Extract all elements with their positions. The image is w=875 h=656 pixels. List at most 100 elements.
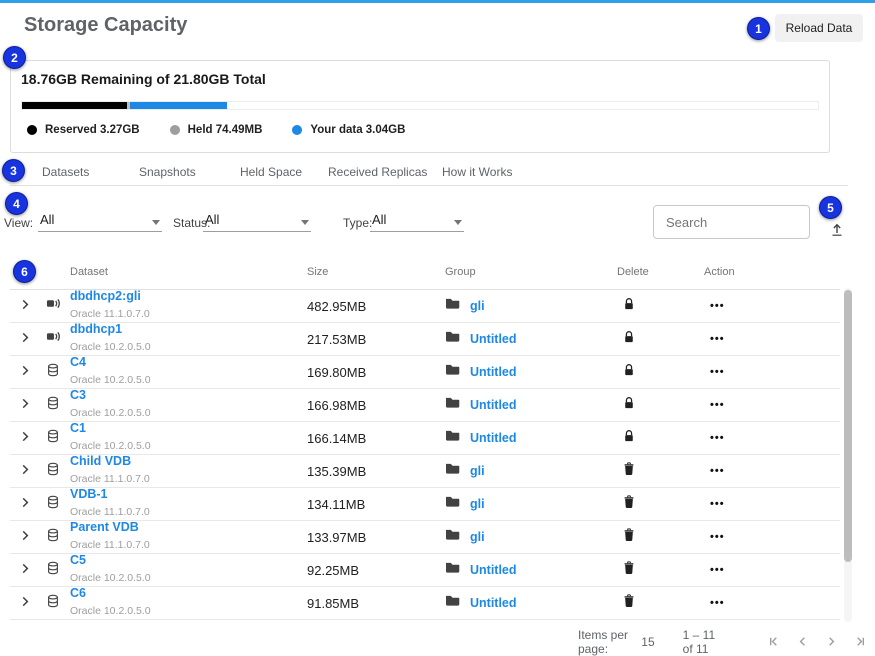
row-actions-menu-button[interactable]: ••• [710, 597, 725, 609]
chevron-right-icon [20, 561, 31, 579]
pagination-bar: Items per page: 15 1 – 11 of 11 [578, 628, 875, 656]
dataset-link[interactable]: VDB-1 [70, 488, 307, 502]
dataset-link[interactable]: C1 [70, 422, 307, 436]
chevron-right-icon [20, 594, 31, 612]
dataset-size: 482.95MB [307, 299, 445, 314]
chevron-right-icon [20, 297, 31, 315]
dataset-engine-version: Oracle 10.2.0.5.0 [70, 341, 151, 353]
row-actions-menu-button[interactable]: ••• [710, 300, 725, 312]
view-filter-select[interactable]: All [38, 210, 162, 232]
callout-badge-5: 5 [819, 196, 842, 219]
tab-datasets[interactable]: Datasets [42, 165, 139, 179]
export-button[interactable] [828, 221, 846, 239]
folder-icon [445, 429, 460, 447]
group-link[interactable]: Untitled [470, 431, 517, 445]
dataset-link[interactable]: C3 [70, 389, 307, 403]
expand-row-button[interactable] [20, 429, 46, 447]
dataset-size: 217.53MB [307, 332, 445, 347]
trash-icon [623, 528, 635, 547]
items-per-page-value[interactable]: 15 [641, 635, 654, 649]
capacity-legend: Reserved 3.27GB Held 74.49MB Your data 3… [27, 124, 405, 136]
dataset-link[interactable]: C6 [70, 587, 307, 601]
scrollbar-thumb[interactable] [844, 290, 852, 562]
expand-row-button[interactable] [20, 330, 46, 348]
tab-how-it-works[interactable]: How it Works [442, 165, 562, 179]
delete-button[interactable] [617, 462, 704, 481]
table-row: C5 Oracle 10.2.0.5.0 92.25MB Untitled ••… [10, 554, 840, 587]
top-accent-strip [0, 0, 875, 3]
group-link[interactable]: Untitled [470, 596, 517, 610]
table-row: C4 Oracle 10.2.0.5.0 169.80MB Untitled •… [10, 356, 840, 389]
group-link[interactable]: gli [470, 497, 485, 511]
expand-row-button[interactable] [20, 363, 46, 381]
expand-row-button[interactable] [20, 495, 46, 513]
delete-button[interactable] [617, 495, 704, 514]
row-actions-menu-button[interactable]: ••• [710, 399, 725, 411]
vdb-icon [46, 561, 60, 580]
group-link[interactable]: Untitled [470, 398, 517, 412]
tab-snapshots[interactable]: Snapshots [139, 165, 240, 179]
row-actions-menu-button[interactable]: ••• [710, 465, 725, 477]
delete-button[interactable] [617, 561, 704, 580]
group-link[interactable]: gli [470, 464, 485, 478]
reload-data-button[interactable]: Reload Data [775, 14, 863, 42]
delete-button[interactable] [617, 396, 704, 415]
tab-received-replicas[interactable]: Received Replicas [328, 165, 442, 179]
group-link[interactable]: gli [470, 530, 485, 544]
delete-button[interactable] [617, 330, 704, 349]
row-actions-menu-button[interactable]: ••• [710, 366, 725, 378]
folder-icon [445, 297, 460, 315]
row-actions-menu-button[interactable]: ••• [710, 531, 725, 543]
tab-held-space[interactable]: Held Space [240, 165, 328, 179]
expand-row-button[interactable] [20, 594, 46, 612]
group-link[interactable]: Untitled [470, 563, 517, 577]
callout-badge-3: 3 [2, 159, 25, 182]
dataset-link[interactable]: dbdhcp1 [70, 323, 307, 337]
dataset-size: 134.11MB [307, 497, 445, 512]
previous-page-button[interactable] [795, 634, 810, 650]
delete-button[interactable] [617, 363, 704, 382]
page-title: Storage Capacity [24, 14, 187, 37]
search-input[interactable] [653, 205, 810, 239]
delete-button[interactable] [617, 594, 704, 613]
expand-row-button[interactable] [20, 561, 46, 579]
folder-icon [445, 462, 460, 480]
expand-row-button[interactable] [20, 396, 46, 414]
last-page-button[interactable] [853, 634, 868, 650]
expand-row-button[interactable] [20, 297, 46, 315]
dataset-link[interactable]: Parent VDB [70, 521, 307, 535]
tab-bar: Datasets Snapshots Held Space Received R… [10, 158, 848, 186]
group-link[interactable]: gli [470, 299, 485, 313]
delete-button[interactable] [617, 297, 704, 316]
type-filter-select[interactable]: All [370, 210, 464, 232]
status-filter-select[interactable]: All [203, 210, 311, 232]
dataset-link[interactable]: C4 [70, 356, 307, 370]
expand-row-button[interactable] [20, 462, 46, 480]
delete-button[interactable] [617, 429, 704, 448]
items-per-page-label: Items per page: [578, 628, 635, 656]
dataset-engine-version: Oracle 10.2.0.5.0 [70, 407, 151, 419]
dsource-icon [46, 329, 61, 349]
next-page-button[interactable] [824, 634, 839, 650]
group-link[interactable]: Untitled [470, 332, 517, 346]
legend-item-your-data: Your data 3.04GB [292, 124, 405, 136]
row-actions-menu-button[interactable]: ••• [710, 498, 725, 510]
folder-icon [445, 594, 460, 612]
column-header-dataset: Dataset [70, 266, 307, 278]
row-actions-menu-button[interactable]: ••• [710, 333, 725, 345]
lock-icon [623, 330, 635, 349]
dataset-link[interactable]: C5 [70, 554, 307, 568]
delete-button[interactable] [617, 528, 704, 547]
first-page-button[interactable] [766, 634, 781, 650]
group-link[interactable]: Untitled [470, 365, 517, 379]
table-row: dbdhcp2:gli Oracle 11.1.0.7.0 482.95MB g… [10, 290, 840, 323]
dataset-size: 166.14MB [307, 431, 445, 446]
dataset-link[interactable]: Child VDB [70, 455, 307, 469]
dataset-link[interactable]: dbdhcp2:gli [70, 290, 307, 304]
expand-row-button[interactable] [20, 528, 46, 546]
row-actions-menu-button[interactable]: ••• [710, 564, 725, 576]
dataset-engine-version: Oracle 10.2.0.5.0 [70, 374, 151, 386]
row-actions-menu-button[interactable]: ••• [710, 432, 725, 444]
capacity-bar [21, 101, 819, 110]
scrollbar-track[interactable] [844, 288, 852, 622]
